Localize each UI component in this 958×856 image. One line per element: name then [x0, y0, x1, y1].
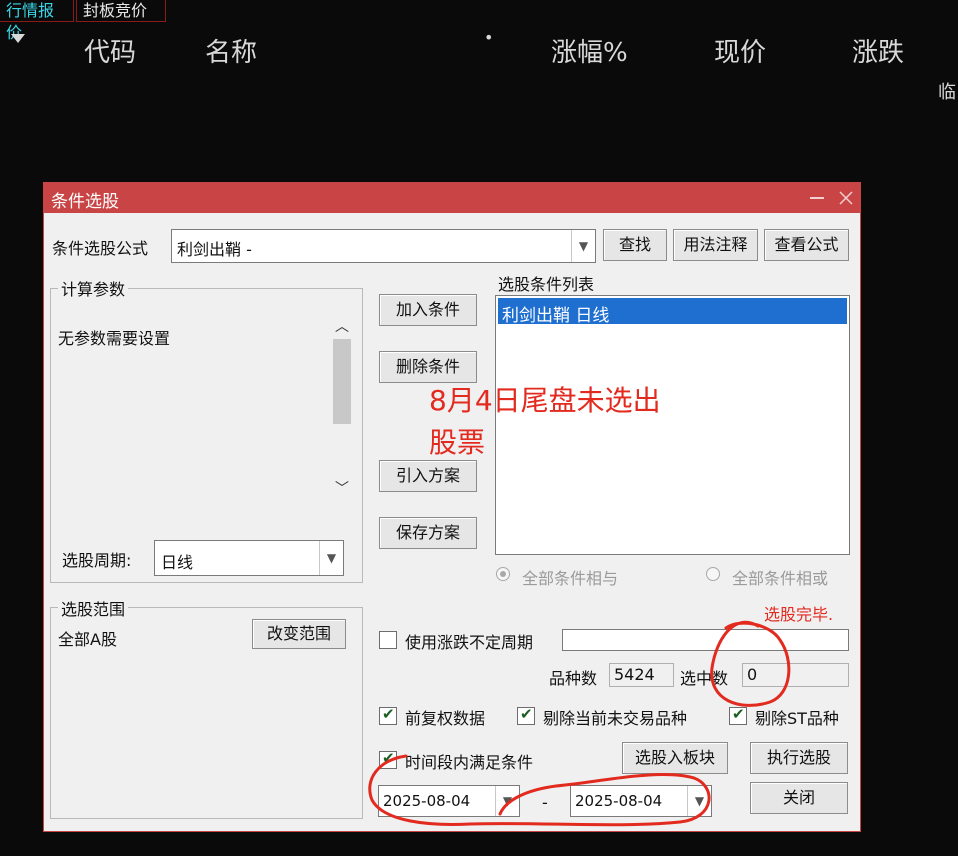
annotation-circle-dates: [368, 754, 711, 827]
annotation-circle-selected: [710, 620, 791, 707]
annotation-scribbles: [368, 620, 791, 827]
